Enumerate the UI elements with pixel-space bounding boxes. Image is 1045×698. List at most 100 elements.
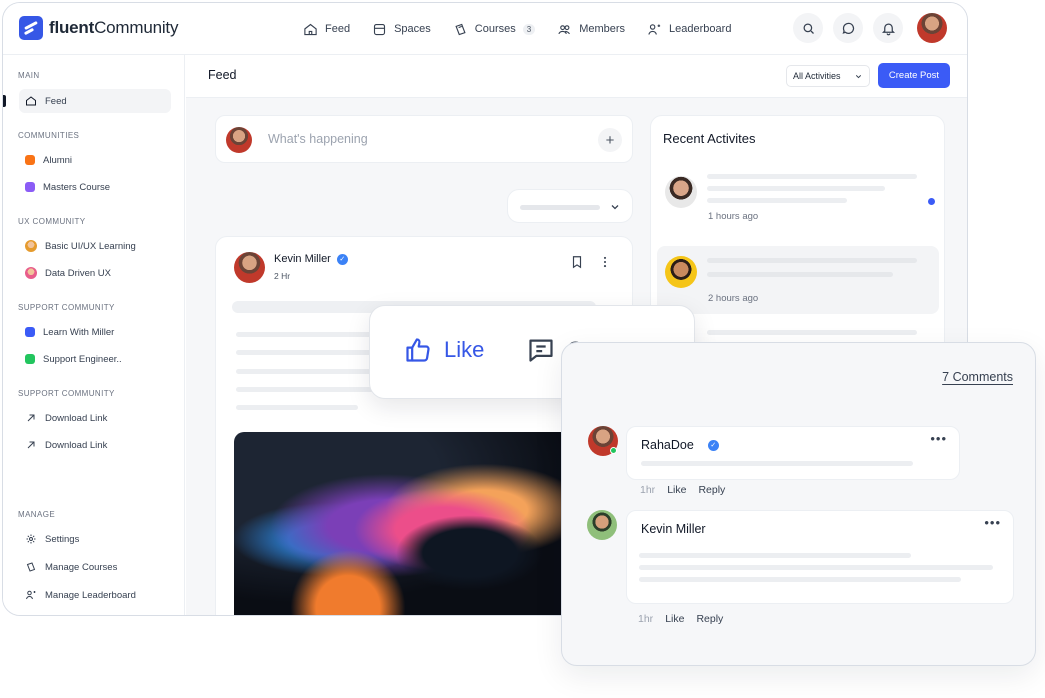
sidebar-item-alumni[interactable]: Alumni (19, 148, 171, 172)
community-avatar (25, 267, 37, 279)
activity-avatar (665, 256, 697, 288)
spaces-icon (374, 23, 386, 35)
nav-feed[interactable]: Feed (303, 22, 350, 37)
section-title-support-community-links: SUPPORT COMMUNITY (18, 389, 115, 398)
active-item-marker (3, 95, 6, 107)
home-icon (26, 96, 36, 106)
activity-time: 1 hours ago (708, 211, 759, 222)
comment-more-icon[interactable]: ••• (984, 515, 1001, 530)
comment-like-button[interactable]: Like (665, 613, 684, 625)
add-attachment-button[interactable]: + (598, 128, 622, 152)
post-tools (570, 255, 612, 269)
activity-item[interactable]: 1 hours ago (657, 166, 939, 234)
bell-icon (881, 23, 895, 35)
comment-like-button[interactable]: Like (667, 484, 686, 496)
unread-indicator (928, 198, 935, 205)
post-author-avatar[interactable] (234, 252, 265, 283)
sidebar-item-support-engineer[interactable]: Support Engineer.. (19, 347, 171, 371)
sidebar-item-learn-with-miller[interactable]: Learn With Miller (19, 320, 171, 344)
comment-author-avatar[interactable] (587, 510, 617, 540)
page-title: Feed (208, 68, 237, 82)
section-title-support-community: SUPPORT COMMUNITY (18, 303, 115, 312)
community-color-dot (25, 155, 35, 165)
activity-text-placeholder (707, 174, 917, 179)
feed-header: Feed All Activities Create Post (186, 55, 967, 98)
online-status-indicator (610, 447, 617, 454)
sidebar-item-download-link-2[interactable]: Download Link (19, 433, 171, 457)
sidebar-item-data-driven-ux[interactable]: Data Driven UX (19, 261, 171, 285)
courses-icon (455, 23, 466, 35)
top-actions (793, 13, 947, 43)
leaderboard-icon (26, 590, 36, 600)
main-nav: Feed Spaces Courses 3 Members Leaderboar… (303, 3, 731, 55)
chevron-down-icon (611, 205, 619, 210)
bookmark-icon[interactable] (570, 255, 584, 269)
comment-reply-button[interactable]: Reply (696, 613, 723, 625)
section-title-manage: MANAGE (18, 510, 56, 519)
comment-reply-button[interactable]: Reply (698, 484, 725, 496)
comment-author[interactable]: RahaDoe ✓ (641, 438, 719, 452)
sidebar-item-masters-course[interactable]: Masters Course (19, 175, 171, 199)
section-title-ux-community: UX COMMUNITY (18, 217, 86, 226)
members-icon (558, 24, 571, 34)
comment-text-placeholder (639, 577, 961, 582)
sidebar-item-manage-leaderboard[interactable]: Manage Leaderboard (19, 583, 171, 607)
user-avatar[interactable] (917, 13, 947, 43)
sidebar-item-manage-courses[interactable]: Manage Courses (19, 555, 171, 579)
courses-icon (26, 562, 36, 572)
courses-count-badge: 3 (522, 23, 536, 35)
nav-leaderboard[interactable]: Leaderboard (647, 22, 731, 37)
chat-bubble-icon (842, 22, 854, 34)
comment-more-icon[interactable]: ••• (930, 431, 947, 446)
post-composer[interactable]: What's happening + (215, 115, 633, 163)
nav-courses[interactable]: Courses 3 (453, 22, 536, 37)
post-time: 2 Hr (274, 271, 291, 281)
feed-sort-dropdown[interactable] (507, 189, 633, 223)
comment-meta: 1hr Like Reply (638, 613, 724, 625)
community-color-dot (25, 327, 35, 337)
sidebar-item-download-link[interactable]: Download Link (19, 406, 171, 430)
brand-name: fluentCommunity (49, 18, 179, 37)
recent-activities-title: Recent Activites (663, 131, 756, 146)
activity-text-placeholder (707, 258, 917, 263)
create-post-button[interactable]: Create Post (878, 63, 950, 88)
top-navigation-bar: fluentCommunity Feed Spaces Courses 3 Me… (3, 3, 967, 55)
nav-members[interactable]: Members (557, 22, 625, 37)
comment-text-placeholder (641, 461, 913, 466)
search-icon (803, 23, 814, 34)
comment-bubble: Kevin Miller ••• (626, 510, 1014, 604)
verified-icon: ✓ (707, 439, 719, 451)
arrow-up-right-icon (27, 441, 35, 449)
placeholder-bar (520, 205, 600, 210)
notifications-button[interactable] (873, 13, 903, 43)
comment-bubble: RahaDoe ✓ ••• (626, 426, 960, 480)
search-button[interactable] (793, 13, 823, 43)
sidebar-item-feed[interactable]: Feed (19, 89, 171, 113)
comments-count-link[interactable]: 7 Comments (942, 370, 1013, 384)
composer-placeholder[interactable]: What's happening (268, 132, 368, 146)
post-author[interactable]: Kevin Miller ✓ (274, 253, 348, 265)
activity-avatar (665, 176, 697, 208)
composer-avatar (226, 127, 252, 153)
more-vertical-icon[interactable] (598, 255, 612, 269)
sidebar-item-settings[interactable]: Settings (19, 527, 171, 551)
community-color-dot (25, 354, 35, 364)
messages-button[interactable] (833, 13, 863, 43)
activity-text-placeholder (707, 186, 885, 191)
comments-panel: 7 Comments RahaDoe ✓ ••• 1hr Like Reply … (561, 342, 1036, 666)
comment-author[interactable]: Kevin Miller (641, 522, 706, 536)
activity-item[interactable]: 2 hours ago (657, 246, 939, 314)
sidebar-item-basic-ui-ux[interactable]: Basic UI/UX Learning (19, 234, 171, 258)
like-button[interactable]: Like (404, 336, 484, 364)
section-title-communities: COMMUNITIES (18, 131, 80, 140)
post-text-placeholder (236, 405, 358, 410)
comment-meta: 1hr Like Reply (640, 484, 726, 496)
comment-text-placeholder (639, 565, 993, 570)
activity-filter-select[interactable]: All Activities (786, 65, 870, 87)
community-avatar (25, 240, 37, 252)
comment-text-placeholder (639, 553, 911, 558)
activity-text-placeholder (707, 198, 847, 203)
brand-logo[interactable]: fluentCommunity (19, 16, 178, 40)
nav-spaces[interactable]: Spaces (372, 22, 431, 37)
post-image[interactable] (234, 432, 614, 615)
